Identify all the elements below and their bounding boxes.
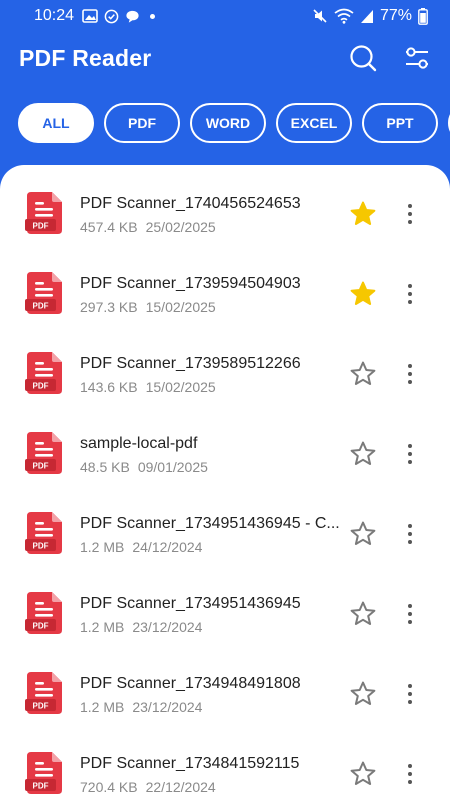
wifi-icon [334, 8, 354, 24]
file-size: 48.5 KB [80, 459, 130, 475]
file-row[interactable]: PDF PDF Scanner_1734948491808 1.2 MB 23/… [0, 655, 450, 735]
pdf-file-icon: PDF [25, 512, 62, 554]
more-options-button[interactable] [398, 359, 422, 389]
filter-chip-pdf[interactable]: PDF [104, 103, 180, 143]
more-options-button[interactable] [398, 279, 422, 309]
pdf-file-icon: PDF [25, 672, 62, 714]
more-options-button[interactable] [398, 679, 422, 709]
star-icon[interactable] [348, 439, 378, 469]
file-list: PDF PDF Scanner_1740456524653 457.4 KB 2… [0, 165, 450, 800]
notification-icons [82, 9, 156, 24]
star-icon[interactable] [348, 519, 378, 549]
file-name: PDF Scanner_1739589512266 [80, 355, 301, 372]
svg-text:PDF: PDF [33, 461, 49, 470]
file-name: sample-local-pdf [80, 435, 198, 452]
file-type-filter-bar: ALL PDF WORD EXCEL PPT [18, 103, 450, 143]
file-date: 22/12/2024 [145, 779, 216, 795]
file-date: 23/12/2024 [132, 699, 203, 715]
svg-text:PDF: PDF [33, 781, 49, 790]
file-date: 15/02/2025 [145, 379, 216, 395]
svg-text:PDF: PDF [33, 621, 49, 630]
file-date: 15/02/2025 [145, 299, 216, 315]
file-row[interactable]: PDF PDF Scanner_1739594504903 297.3 KB 1… [0, 255, 450, 335]
status-time: 10:24 [34, 7, 75, 24]
file-name: PDF Scanner_1734948491808 [80, 675, 301, 692]
status-bar: 10:24 77% [0, 0, 450, 32]
more-vert-icon [408, 684, 412, 688]
star-icon[interactable] [348, 599, 378, 629]
star-icon[interactable] [348, 759, 378, 789]
pdf-file-icon: PDF [25, 352, 62, 394]
search-icon [350, 45, 377, 72]
svg-text:PDF: PDF [33, 301, 49, 310]
more-options-button[interactable] [398, 759, 422, 789]
file-size: 297.3 KB [80, 299, 138, 315]
sliders-icon [406, 47, 428, 69]
file-date: 24/12/2024 [132, 539, 203, 555]
chat-icon [126, 10, 139, 23]
more-vert-icon [408, 364, 412, 368]
file-date: 25/02/2025 [145, 219, 216, 235]
more-vert-icon [408, 604, 412, 608]
file-size: 720.4 KB [80, 779, 138, 795]
file-date: 23/12/2024 [132, 619, 203, 635]
filter-chip-excel[interactable]: EXCEL [276, 103, 352, 143]
star-icon[interactable] [348, 279, 378, 309]
filter-chip-ppt[interactable]: PPT [362, 103, 438, 143]
more-options-button[interactable] [398, 519, 422, 549]
gallery-icon [82, 9, 98, 23]
check-circle-icon [104, 9, 119, 23]
file-name: PDF Scanner_1734951436945 [80, 595, 301, 612]
file-row[interactable]: PDF PDF Scanner_1734951436945 - C... 1.2… [0, 495, 450, 575]
file-row[interactable]: PDF PDF Scanner_1739589512266 143.6 KB 1… [0, 335, 450, 415]
more-vert-icon [408, 444, 412, 448]
file-row[interactable]: PDF sample-local-pdf 48.5 KB 09/01/2025 [0, 415, 450, 495]
battery-icon [418, 7, 428, 25]
more-vert-icon [408, 284, 412, 288]
more-vert-icon [408, 764, 412, 768]
filter-chip-all[interactable]: ALL [18, 103, 94, 143]
app-bar: PDF Reader [0, 32, 450, 84]
pdf-file-icon: PDF [25, 192, 62, 234]
search-button[interactable] [348, 43, 378, 73]
pdf-file-icon: PDF [25, 592, 62, 634]
star-icon[interactable] [348, 199, 378, 229]
file-row[interactable]: PDF PDF Scanner_1734951436945 1.2 MB 23/… [0, 575, 450, 655]
file-row[interactable]: PDF PDF Scanner_1734841592115 720.4 KB 2… [0, 735, 450, 800]
more-options-button[interactable] [398, 439, 422, 469]
file-size: 1.2 MB [80, 539, 125, 555]
file-row[interactable]: PDF PDF Scanner_1740456524653 457.4 KB 2… [0, 175, 450, 255]
file-name: PDF Scanner_1734841592115 [80, 755, 300, 772]
file-size: 143.6 KB [80, 379, 138, 395]
pdf-file-icon: PDF [25, 272, 62, 314]
svg-text:PDF: PDF [33, 701, 49, 710]
file-size: 457.4 KB [80, 219, 138, 235]
more-vert-icon [408, 524, 412, 528]
filter-settings-button[interactable] [402, 43, 432, 73]
pdf-file-icon: PDF [25, 432, 62, 474]
file-name: PDF Scanner_1734951436945 - C... [80, 515, 340, 532]
mute-icon [313, 9, 327, 23]
pdf-file-icon: PDF [25, 752, 62, 794]
more-options-button[interactable] [398, 599, 422, 629]
file-name: PDF Scanner_1739594504903 [80, 275, 301, 292]
dot-icon [150, 13, 156, 19]
svg-text:PDF: PDF [33, 541, 49, 550]
file-date: 09/01/2025 [137, 459, 208, 475]
signal-icon [360, 10, 373, 23]
filter-chip-word[interactable]: WORD [190, 103, 266, 143]
app-title: PDF Reader [19, 44, 152, 71]
svg-text:PDF: PDF [33, 381, 49, 390]
file-size: 1.2 MB [80, 619, 125, 635]
more-vert-icon [408, 204, 412, 208]
star-icon[interactable] [348, 359, 378, 389]
svg-text:PDF: PDF [33, 221, 49, 230]
file-size: 1.2 MB [80, 699, 125, 715]
file-name: PDF Scanner_1740456524653 [80, 195, 301, 212]
battery-percent: 77% [379, 7, 412, 24]
star-icon[interactable] [348, 679, 378, 709]
more-options-button[interactable] [398, 199, 422, 229]
